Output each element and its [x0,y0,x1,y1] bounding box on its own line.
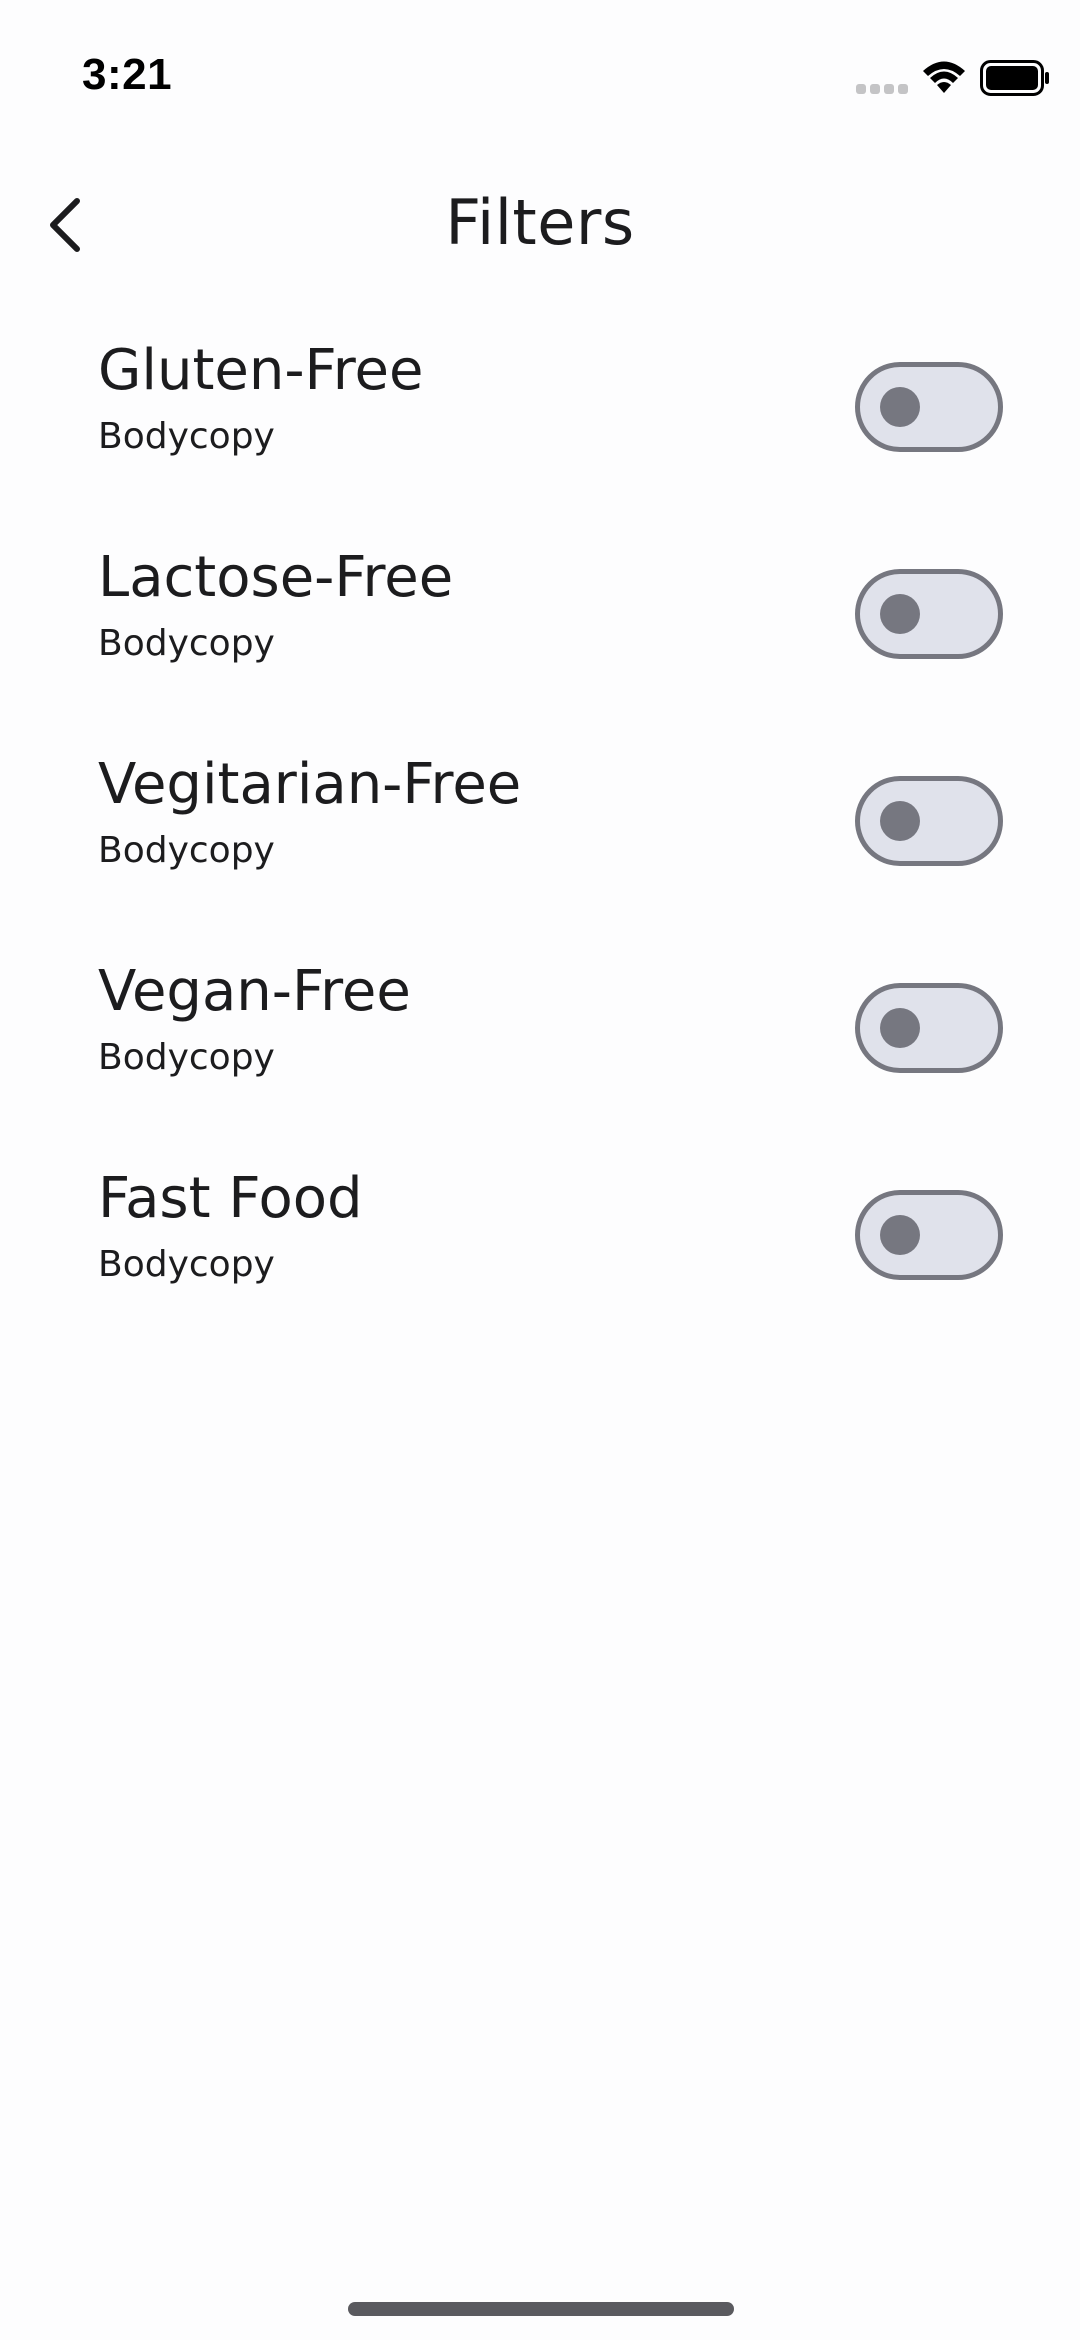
vegitarian-free-toggle[interactable] [855,776,1003,866]
toggle-knob [880,387,920,427]
filter-item-lactose-free: Lactose-Free Bodycopy [0,537,1080,744]
battery-icon [980,60,1049,96]
filter-subtitle: Bodycopy [98,1037,275,1078]
filter-subtitle: Bodycopy [98,623,275,664]
home-indicator[interactable] [348,2302,734,2316]
filter-item-vegan-free: Vegan-Free Bodycopy [0,951,1080,1158]
filter-label: Vegitarian-Free [98,752,522,817]
page-title: Filters [445,186,635,259]
fast-food-toggle[interactable] [855,1190,1003,1280]
filter-label: Fast Food [98,1166,363,1231]
filter-label: Gluten-Free [98,338,424,403]
filter-subtitle: Bodycopy [98,416,275,457]
filter-item-vegitarian-free: Vegitarian-Free Bodycopy [0,744,1080,951]
status-time: 3:21 [82,50,173,99]
filter-item-fast-food: Fast Food Bodycopy [0,1158,1080,1365]
filter-label: Vegan-Free [98,959,411,1024]
toggle-knob [880,594,920,634]
vegan-free-toggle[interactable] [855,983,1003,1073]
filter-subtitle: Bodycopy [98,1244,275,1285]
filter-label: Lactose-Free [98,545,454,610]
cellular-signal-icon [856,84,908,94]
gluten-free-toggle[interactable] [855,362,1003,452]
navigation-bar: Filters [0,150,1080,300]
wifi-icon [923,61,965,93]
toggle-knob [880,801,920,841]
filter-subtitle: Bodycopy [98,830,275,871]
toggle-knob [880,1008,920,1048]
lactose-free-toggle[interactable] [855,569,1003,659]
filter-list: Gluten-Free Bodycopy Lactose-Free Bodyco… [0,330,1080,1365]
toggle-knob [880,1215,920,1255]
status-bar: 3:21 [0,0,1080,150]
filter-item-gluten-free: Gluten-Free Bodycopy [0,330,1080,537]
